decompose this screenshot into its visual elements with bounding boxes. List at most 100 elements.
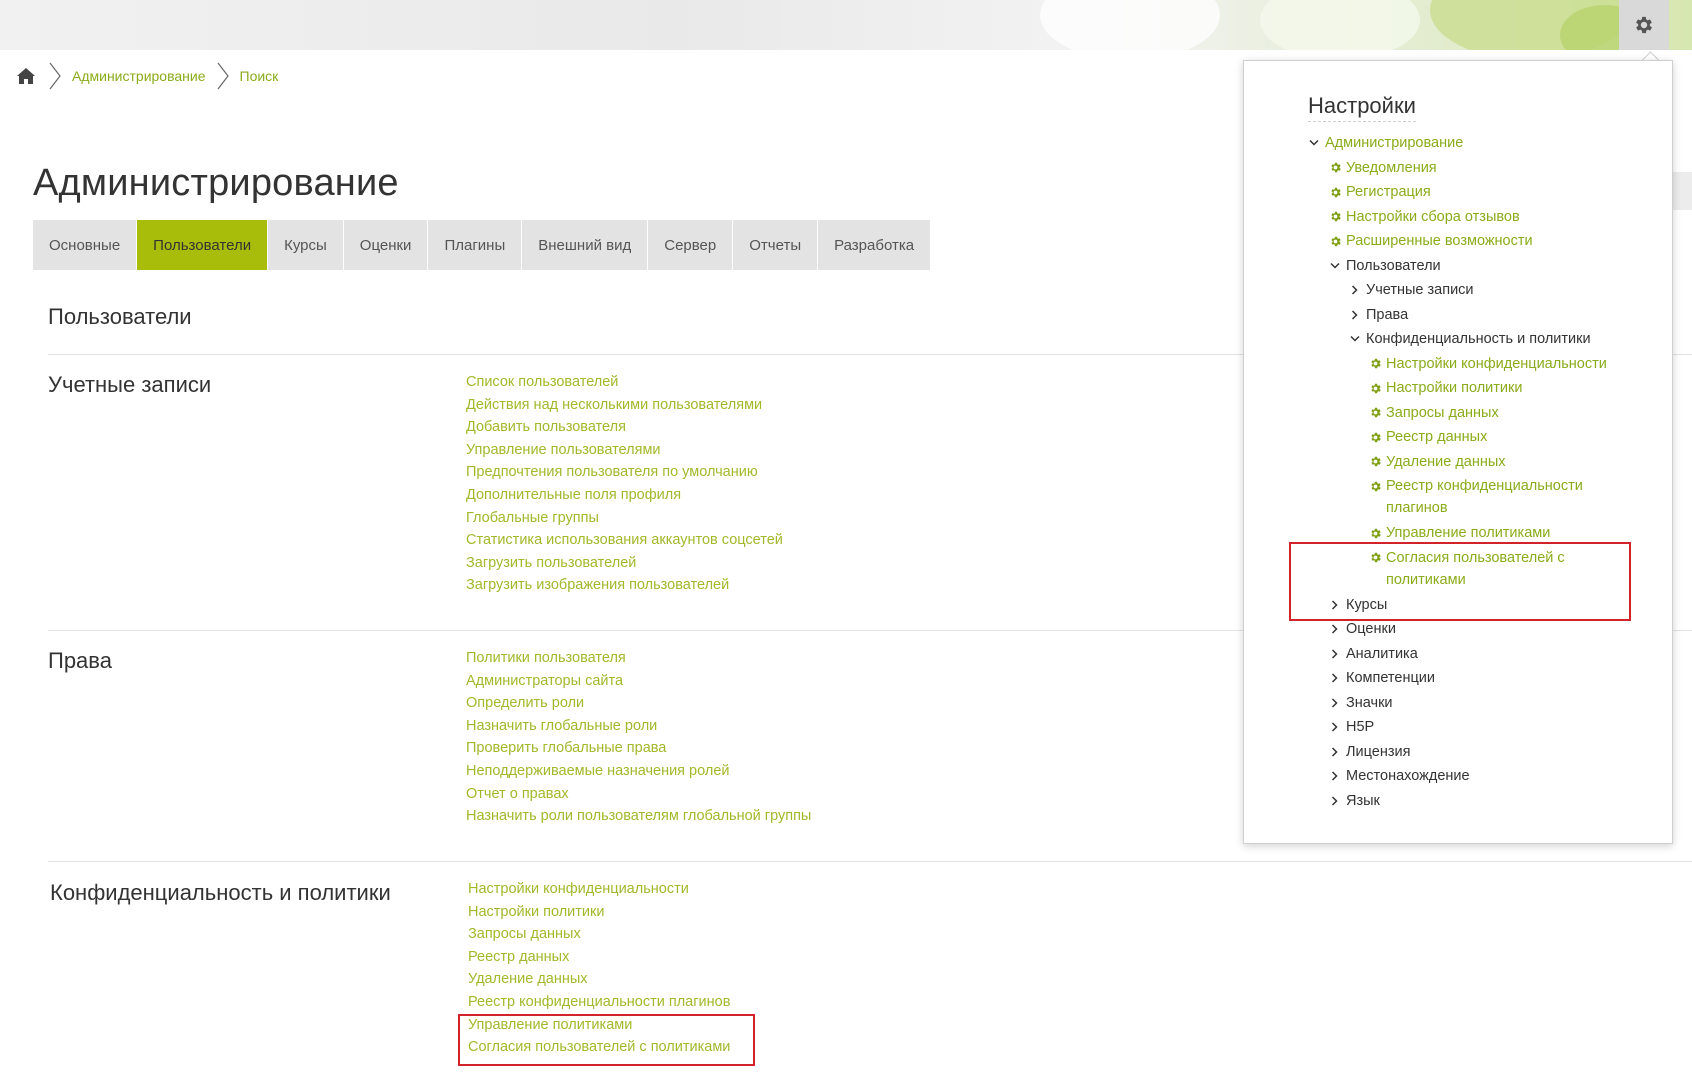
section-title-accounts: Учетные записи	[48, 372, 212, 397]
tree-node-label: Компетенции	[1346, 670, 1435, 686]
tree-node[interactable]: Лицензия	[1326, 741, 1644, 763]
gear-icon	[1326, 157, 1344, 179]
tree-node[interactable]: Реестр конфиденциальности плагинов	[1366, 475, 1644, 519]
tree-node[interactable]: Пользователи	[1326, 255, 1644, 277]
list-item: Статистика использования аккаунтов соцсе…	[466, 529, 783, 552]
chevron-right-icon	[1326, 765, 1344, 787]
list-item: Действия над несколькими пользователями	[466, 394, 783, 417]
tab-development[interactable]: Разработка	[818, 220, 930, 270]
breadcrumb-item-search[interactable]: Поиск	[240, 68, 279, 84]
tree-node-label[interactable]: Уведомления	[1346, 157, 1437, 179]
tree-node[interactable]: Аналитика	[1326, 643, 1644, 665]
link-permissions-report[interactable]: Отчет о правах	[466, 786, 569, 802]
gear-icon	[1366, 475, 1384, 497]
list-item: Удаление данных	[468, 968, 730, 991]
tab-appearance[interactable]: Внешний вид	[522, 220, 649, 270]
link-upload-users[interactable]: Загрузить пользователей	[466, 555, 636, 571]
tree-node[interactable]: Учетные записи	[1346, 279, 1644, 301]
tree-node-label[interactable]: Реестр конфиденциальности плагинов	[1386, 475, 1644, 519]
breadcrumb: Администрирование Поиск	[16, 62, 278, 90]
list-item: Настройки политики	[468, 901, 730, 924]
drawer-toggle[interactable]	[1671, 172, 1692, 210]
tree-node-label[interactable]: Настройки политики	[1386, 377, 1522, 399]
admin-tabs: Основные Пользователи Курсы Оценки Плаги…	[33, 220, 931, 270]
chevron-right-icon	[1326, 692, 1344, 714]
tree-node-label[interactable]: Удаление данных	[1386, 451, 1506, 473]
settings-menu-button[interactable]	[1619, 0, 1669, 50]
tree-node-label: Пользователи	[1346, 257, 1441, 274]
list-item: Добавить пользователя	[466, 416, 783, 439]
tree-node-label[interactable]: Реестр данных	[1386, 426, 1487, 448]
link-manage-users[interactable]: Управление пользователями	[466, 442, 661, 458]
settings-popover-title: Настройки	[1308, 93, 1416, 122]
tree-node[interactable]: Уведомления	[1326, 157, 1644, 179]
tab-server[interactable]: Сервер	[648, 220, 734, 270]
link-oauth-stats[interactable]: Статистика использования аккаунтов соцсе…	[466, 532, 783, 548]
tab-grades[interactable]: Оценки	[344, 220, 429, 270]
link-data-registry[interactable]: Реестр данных	[468, 949, 569, 965]
tree-node[interactable]: Оценки	[1326, 618, 1644, 640]
gear-icon	[1366, 402, 1384, 424]
link-privacy-settings[interactable]: Настройки конфиденциальности	[468, 881, 689, 897]
link-bulk-user-actions[interactable]: Действия над несколькими пользователями	[466, 397, 762, 413]
tree-node[interactable]: Местонахождение	[1326, 765, 1644, 787]
tree-node[interactable]: Значки	[1326, 692, 1644, 714]
tree-node[interactable]: Администрирование	[1305, 132, 1644, 154]
tab-plugins[interactable]: Плагины	[428, 220, 523, 270]
tree-node[interactable]: Регистрация	[1326, 181, 1644, 203]
list-item: Политики пользователя	[466, 647, 811, 670]
tree-node[interactable]: Расширенные возможности	[1326, 230, 1644, 252]
tree-node[interactable]: Управление политиками	[1366, 522, 1644, 544]
link-assign-system-roles[interactable]: Назначить глобальные роли	[466, 718, 657, 734]
chevron-down-icon	[1326, 255, 1344, 277]
chevron-right-icon	[1326, 667, 1344, 689]
tree-node[interactable]: Настройки политики	[1366, 377, 1644, 399]
link-define-roles[interactable]: Определить роли	[466, 695, 584, 711]
breadcrumb-item-administration[interactable]: Администрирование	[72, 68, 206, 84]
link-plugin-privacy-registry[interactable]: Реестр конфиденциальности плагинов	[468, 994, 730, 1010]
link-site-admins[interactable]: Администраторы сайта	[466, 673, 623, 689]
link-cohort-role-assignments[interactable]: Назначить роли пользователям глобальной …	[466, 808, 811, 824]
link-data-deletion[interactable]: Удаление данных	[468, 971, 588, 987]
link-check-permissions[interactable]: Проверить глобальные права	[466, 740, 666, 756]
list-item: Управление пользователями	[466, 439, 783, 462]
tree-node[interactable]: Реестр данных	[1366, 426, 1644, 448]
link-cohorts[interactable]: Глобальные группы	[466, 510, 599, 526]
link-upload-pictures[interactable]: Загрузить изображения пользователей	[466, 577, 729, 593]
home-link[interactable]	[16, 65, 38, 87]
tree-node-label: Значки	[1346, 694, 1393, 711]
tab-general[interactable]: Основные	[33, 220, 138, 270]
tree-node-label[interactable]: Управление политиками	[1386, 522, 1550, 544]
link-add-user[interactable]: Добавить пользователя	[466, 419, 626, 435]
link-default-preferences[interactable]: Предпочтения пользователя по умолчанию	[466, 464, 758, 480]
link-data-requests[interactable]: Запросы данных	[468, 926, 581, 942]
link-user-policies[interactable]: Политики пользователя	[466, 650, 626, 666]
list-item: Предпочтения пользователя по умолчанию	[466, 461, 783, 484]
link-policy-settings[interactable]: Настройки политики	[468, 904, 604, 920]
tree-node[interactable]: Настройки конфиденциальности	[1366, 353, 1644, 375]
tree-node[interactable]: Язык	[1326, 790, 1644, 812]
tree-node[interactable]: Запросы данных	[1366, 402, 1644, 424]
tab-courses[interactable]: Курсы	[268, 220, 344, 270]
tab-users[interactable]: Пользователи	[137, 220, 269, 270]
tree-node-label[interactable]: Регистрация	[1346, 181, 1431, 203]
banner-decor	[1260, 0, 1420, 50]
tree-node-label[interactable]: Настройки сбора отзывов	[1346, 206, 1520, 228]
tree-node[interactable]: Компетенции	[1326, 667, 1644, 689]
tree-node-label[interactable]: Администрирование	[1325, 132, 1463, 154]
tree-node[interactable]: Права	[1346, 304, 1644, 326]
link-unsupported-role-assignments[interactable]: Неподдерживаемые назначения ролей	[466, 763, 730, 779]
list-item: Настройки конфиденциальности	[468, 878, 730, 901]
link-profile-fields[interactable]: Дополнительные поля профиля	[466, 487, 681, 503]
gear-icon	[1636, 16, 1652, 34]
tree-node[interactable]: Настройки сбора отзывов	[1326, 206, 1644, 228]
tree-node-label[interactable]: Расширенные возможности	[1346, 230, 1533, 252]
tree-node-label: Язык	[1346, 792, 1380, 809]
tree-node[interactable]: Конфиденциальность и политики	[1346, 328, 1644, 350]
tab-reports[interactable]: Отчеты	[733, 220, 819, 270]
tree-node-label[interactable]: Настройки конфиденциальности	[1386, 353, 1607, 375]
tree-node-label[interactable]: Запросы данных	[1386, 402, 1499, 424]
tree-node[interactable]: Удаление данных	[1366, 451, 1644, 473]
link-user-list[interactable]: Список пользователей	[466, 374, 618, 390]
tree-node[interactable]: H5P	[1326, 716, 1644, 738]
